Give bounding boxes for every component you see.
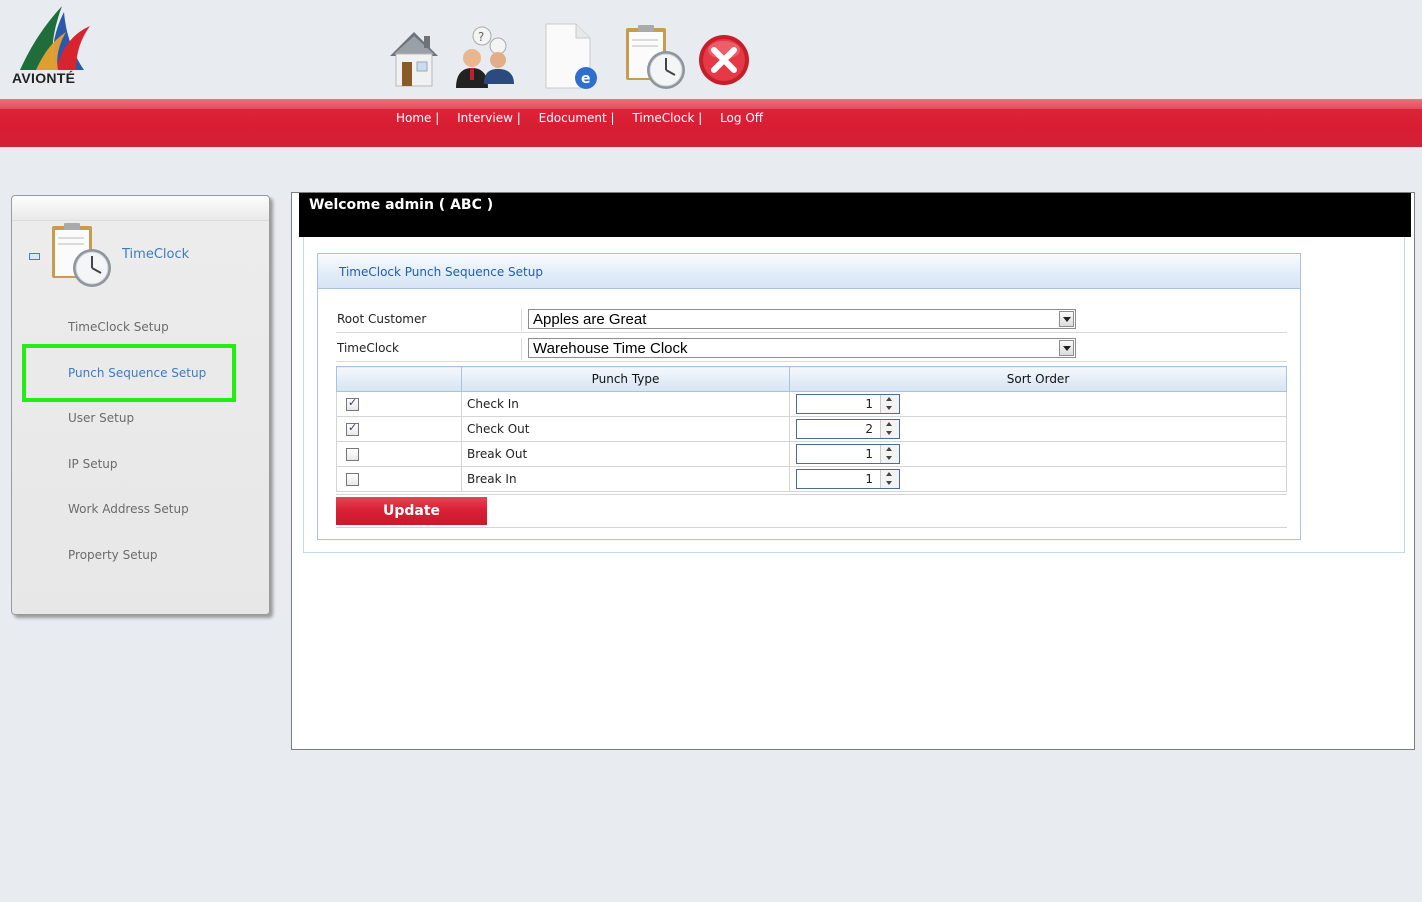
nav-interview[interactable]: Interview |: [457, 111, 521, 125]
log-off-icon[interactable]: [696, 22, 762, 96]
active-item-highlight: [22, 344, 236, 402]
chevron-down-icon[interactable]: [1059, 311, 1074, 327]
welcome-banner: Welcome admin ( ABC ): [299, 193, 1411, 237]
table-row: Break In 1: [336, 466, 1287, 492]
sidebar-item-user-setup[interactable]: User Setup: [68, 411, 134, 425]
sort-order-value: 1: [865, 397, 873, 411]
root-customer-value: Apples are Great: [533, 311, 647, 328]
logo-text: AVIONTÉ: [12, 70, 76, 86]
interview-icon[interactable]: ?: [452, 22, 518, 96]
stepper-arrows-icon[interactable]: [880, 420, 899, 438]
stepper-arrows-icon[interactable]: [880, 395, 899, 413]
sidebar-section-title[interactable]: TimeClock: [122, 247, 189, 262]
edocument-icon[interactable]: e: [540, 22, 606, 96]
sidebar: TimeClock TimeClock Setup Punch Sequence…: [11, 195, 270, 615]
table-row: Check Out 2: [336, 416, 1287, 442]
root-customer-label: Root Customer: [336, 309, 522, 331]
row-checkbox[interactable]: [346, 448, 359, 461]
sort-order-stepper[interactable]: 2: [796, 419, 900, 439]
row-checkbox[interactable]: [346, 421, 359, 436]
sort-order-value: 1: [865, 472, 873, 486]
row-checkbox[interactable]: [346, 473, 359, 486]
punch-type-cell: Break In: [461, 466, 790, 492]
sidebar-item-property-setup[interactable]: Property Setup: [68, 548, 158, 562]
welcome-text: Welcome admin ( ABC ): [309, 197, 494, 213]
punch-type-cell: Break Out: [461, 441, 790, 467]
sort-order-stepper[interactable]: 1: [796, 469, 900, 489]
avionte-logo: AVIONTÉ: [10, 4, 100, 90]
root-customer-row: Root Customer Apples are Great: [336, 304, 1287, 333]
column-header-select: [336, 366, 462, 392]
punch-sequence-panel: TimeClock Punch Sequence Setup Root Cust…: [317, 253, 1301, 540]
logo-mark-icon: [20, 6, 90, 70]
sidebar-item-timeclock-setup[interactable]: TimeClock Setup: [68, 320, 169, 334]
column-header-sort-order[interactable]: Sort Order: [789, 366, 1287, 392]
update-row: Update: [336, 494, 1287, 528]
chevron-down-icon[interactable]: [1059, 340, 1074, 356]
panel-header: TimeClock Punch Sequence Setup: [318, 254, 1300, 289]
sort-order-value: 1: [865, 447, 873, 461]
punch-type-table: Punch Type Sort Order Check In 1 Check O…: [336, 366, 1287, 492]
timeclock-section-icon: [48, 220, 118, 292]
root-customer-select[interactable]: Apples are Great: [528, 309, 1076, 329]
stepper-arrows-icon[interactable]: [880, 445, 899, 463]
home-icon[interactable]: [384, 22, 450, 96]
sidebar-item-work-address-setup[interactable]: Work Address Setup: [68, 502, 189, 516]
punch-type-cell: Check In: [461, 391, 790, 417]
nav-log-off[interactable]: Log Off: [720, 111, 763, 125]
timeclock-label: TimeClock: [336, 338, 522, 360]
sort-order-value: 2: [865, 422, 873, 436]
svg-text:?: ?: [478, 30, 484, 44]
collapse-icon[interactable]: [29, 253, 40, 260]
svg-text:e: e: [581, 71, 591, 87]
panel-title: TimeClock Punch Sequence Setup: [339, 265, 543, 279]
row-checkbox[interactable]: [346, 396, 359, 411]
nav-edocument[interactable]: Edocument |: [539, 111, 615, 125]
update-button[interactable]: Update: [336, 497, 487, 525]
timeclock-value: Warehouse Time Clock: [533, 340, 688, 357]
nav-home[interactable]: Home |: [396, 111, 439, 125]
nav-timeclock[interactable]: TimeClock |: [632, 111, 702, 125]
punch-type-cell: Check Out: [461, 416, 790, 442]
main-content: Welcome admin ( ABC ) TimeClock Punch Se…: [291, 192, 1415, 750]
table-row: Break Out 1: [336, 441, 1287, 467]
sidebar-item-ip-setup[interactable]: IP Setup: [68, 457, 118, 471]
table-row: Check In 1: [336, 391, 1287, 417]
timeclock-row: TimeClock Warehouse Time Clock: [336, 333, 1287, 362]
timeclock-icon[interactable]: [622, 22, 688, 96]
sort-order-stepper[interactable]: 1: [796, 444, 900, 464]
timeclock-select[interactable]: Warehouse Time Clock: [528, 338, 1076, 358]
main-nav: Home | Interview | Edocument | TimeClock…: [396, 111, 763, 127]
stepper-arrows-icon[interactable]: [880, 470, 899, 488]
sort-order-stepper[interactable]: 1: [796, 394, 900, 414]
column-header-punch-type[interactable]: Punch Type: [461, 366, 790, 392]
